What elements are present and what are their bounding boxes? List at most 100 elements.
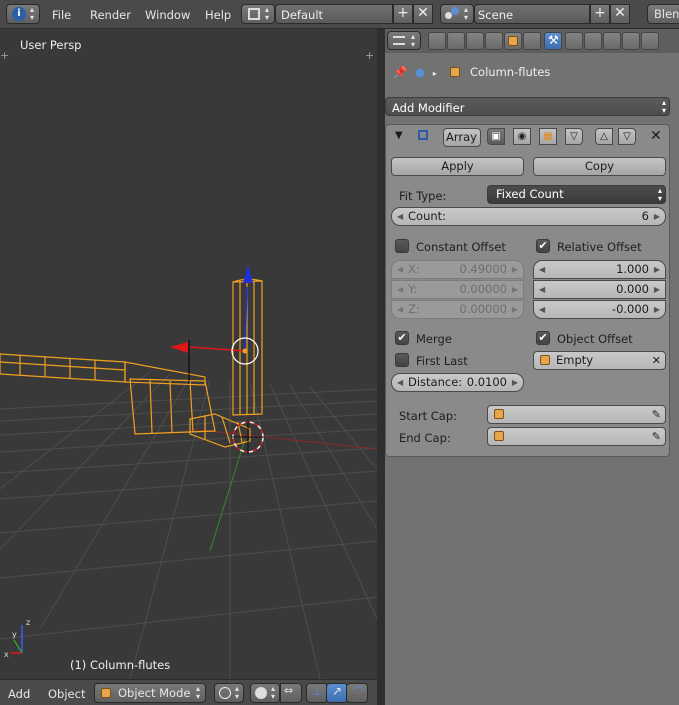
viewport-canvas[interactable]: z y x + + [0, 29, 377, 679]
fit-type-dropdown[interactable]: Fixed Count ▴ ▾ [487, 185, 666, 204]
chevron-left-icon[interactable]: ◀ [539, 301, 545, 318]
editor-type-button[interactable]: ▴ ▾ [387, 31, 421, 50]
transform-manipulator[interactable] [170, 265, 259, 384]
apply-button[interactable]: Apply [391, 157, 524, 176]
editmode-toggle[interactable]: ▦ [539, 128, 557, 145]
close-icon[interactable]: ✕ [652, 352, 661, 369]
eyedropper-icon[interactable]: ✎ [652, 406, 661, 423]
tab-constraints[interactable] [523, 32, 541, 50]
cube-icon [494, 431, 504, 441]
area-divider[interactable] [377, 29, 385, 705]
tab-render[interactable] [428, 32, 446, 50]
distance-value: 0.0100 [466, 375, 507, 389]
mode-label: Object Mode [118, 686, 191, 700]
menu-file[interactable]: File [52, 8, 71, 22]
chevron-left-icon[interactable]: ◀ [539, 261, 545, 278]
relative-offset-x[interactable]: ◀ 1.000 ▶ [533, 260, 666, 279]
offset-x-value: 0.49000 [459, 262, 507, 276]
remove-scene-button[interactable]: ✕ [610, 4, 630, 24]
snap-toggle[interactable]: ⇔ [280, 683, 302, 703]
relative-offset-y[interactable]: ◀ 0.000 ▶ [533, 280, 666, 299]
column-flutes-mesh[interactable] [0, 278, 263, 448]
chevron-right-icon[interactable]: ▶ [654, 208, 660, 225]
constant-offset-y[interactable]: ◀ Y: 0.00000 ▶ [391, 280, 524, 299]
tab-physics[interactable] [641, 32, 659, 50]
modifier-name-field[interactable]: Array [443, 128, 481, 147]
chevron-right-icon[interactable]: ▶ [512, 281, 518, 298]
tab-material[interactable] [584, 32, 602, 50]
move-down-button[interactable]: ▽ [618, 128, 636, 145]
chevron-right-icon[interactable]: ▶ [654, 301, 660, 318]
eyedropper-icon[interactable]: ✎ [652, 428, 661, 445]
viewport-title: User Persp [20, 38, 82, 52]
tab-data[interactable] [565, 32, 583, 50]
translate-manipulator-button[interactable]: ↗ [326, 683, 348, 703]
render-engine-selector[interactable]: Blend [647, 4, 679, 24]
chevron-right-icon[interactable]: ▶ [512, 301, 518, 318]
count-field[interactable]: ◀ Count: 6 ▶ [391, 207, 666, 226]
chevron-left-icon[interactable]: ◀ [397, 301, 403, 318]
3d-viewport[interactable]: z y x + + User Persp (1) Column-flutes [0, 29, 377, 679]
add-modifier-dropdown[interactable]: Add Modifier ▴ ▾ [385, 97, 670, 116]
menu-object[interactable]: Object [48, 687, 85, 701]
pivot-point-selector[interactable]: ▴ ▾ [250, 683, 280, 703]
chevron-left-icon[interactable]: ◀ [397, 261, 403, 278]
realtime-toggle[interactable]: ◉ [513, 128, 531, 145]
tab-modifiers[interactable]: ⚒ [544, 32, 562, 50]
chevron-left-icon[interactable]: ◀ [539, 281, 545, 298]
close-icon[interactable]: ✕ [650, 128, 662, 144]
fit-type-value: Fixed Count [496, 187, 564, 201]
copy-button[interactable]: Copy [533, 157, 666, 176]
move-up-button[interactable]: △ [595, 128, 613, 145]
collapse-triangle-icon[interactable]: ▼ [395, 130, 403, 141]
add-layout-button[interactable]: + [393, 4, 413, 24]
manipulator-toggle[interactable]: ⊥ [306, 683, 328, 703]
constant-offset-x[interactable]: ◀ X: 0.49000 ▶ [391, 260, 524, 279]
on-cage-toggle[interactable]: ▽ [565, 128, 583, 145]
tab-particles[interactable] [622, 32, 640, 50]
menu-help[interactable]: Help [205, 8, 231, 22]
chevron-right-icon[interactable]: ▶ [512, 261, 518, 278]
region-plus-icon[interactable]: + [365, 49, 374, 62]
rotate-manipulator-button[interactable]: ⌒ [346, 683, 368, 703]
chevron-right-icon[interactable]: ▶ [654, 281, 660, 298]
chevron-left-icon[interactable]: ◀ [397, 208, 403, 225]
relative-offset-checkbox[interactable]: ✔ [536, 239, 550, 253]
screen-layout-selector[interactable]: ▴ ▾ [241, 4, 275, 24]
object-offset-checkbox[interactable]: ✔ [536, 331, 550, 345]
tab-render-layers[interactable] [447, 32, 465, 50]
remove-layout-button[interactable]: ✕ [413, 4, 433, 24]
viewport-shading-selector[interactable]: ▴ ▾ [214, 683, 244, 703]
mode-selector[interactable]: Object Mode ▴ ▾ [94, 683, 206, 703]
editor-type-button[interactable]: i ▴ ▾ [6, 4, 40, 24]
pin-icon[interactable]: 📌 [393, 65, 407, 79]
distance-field[interactable]: ◀ Distance: 0.0100 ▶ [391, 373, 524, 392]
region-plus-icon[interactable]: + [0, 49, 9, 62]
scene-selector[interactable]: ▴ ▾ [440, 4, 474, 24]
end-cap-field[interactable]: ✎ [487, 427, 666, 446]
chevron-right-icon[interactable]: ▶ [512, 374, 518, 391]
add-scene-button[interactable]: + [590, 4, 610, 24]
tab-world[interactable] [485, 32, 503, 50]
menu-window[interactable]: Window [145, 8, 190, 22]
scene-field[interactable]: Scene [474, 4, 590, 24]
menu-add[interactable]: Add [8, 687, 30, 701]
relative-offset-z[interactable]: ◀ -0.000 ▶ [533, 300, 666, 319]
tab-texture[interactable] [603, 32, 621, 50]
merge-checkbox[interactable]: ✔ [395, 331, 409, 345]
render-toggle[interactable]: ▣ [487, 128, 505, 145]
eye-icon: ◉ [517, 131, 527, 142]
offset-object-field[interactable]: Empty ✕ [533, 351, 666, 370]
chevron-left-icon[interactable]: ◀ [397, 374, 403, 391]
menu-render[interactable]: Render [90, 8, 131, 22]
start-cap-field[interactable]: ✎ [487, 405, 666, 424]
chevron-right-icon[interactable]: ▶ [654, 261, 660, 278]
constant-offset-checkbox[interactable] [395, 239, 409, 253]
screen-layout-field[interactable]: Default [275, 4, 393, 24]
pivot-icon [255, 687, 267, 699]
tab-scene[interactable] [466, 32, 484, 50]
tab-object[interactable] [504, 32, 522, 50]
constant-offset-z[interactable]: ◀ Z: 0.00000 ▶ [391, 300, 524, 319]
chevron-left-icon[interactable]: ◀ [397, 281, 403, 298]
first-last-checkbox[interactable] [395, 353, 409, 367]
